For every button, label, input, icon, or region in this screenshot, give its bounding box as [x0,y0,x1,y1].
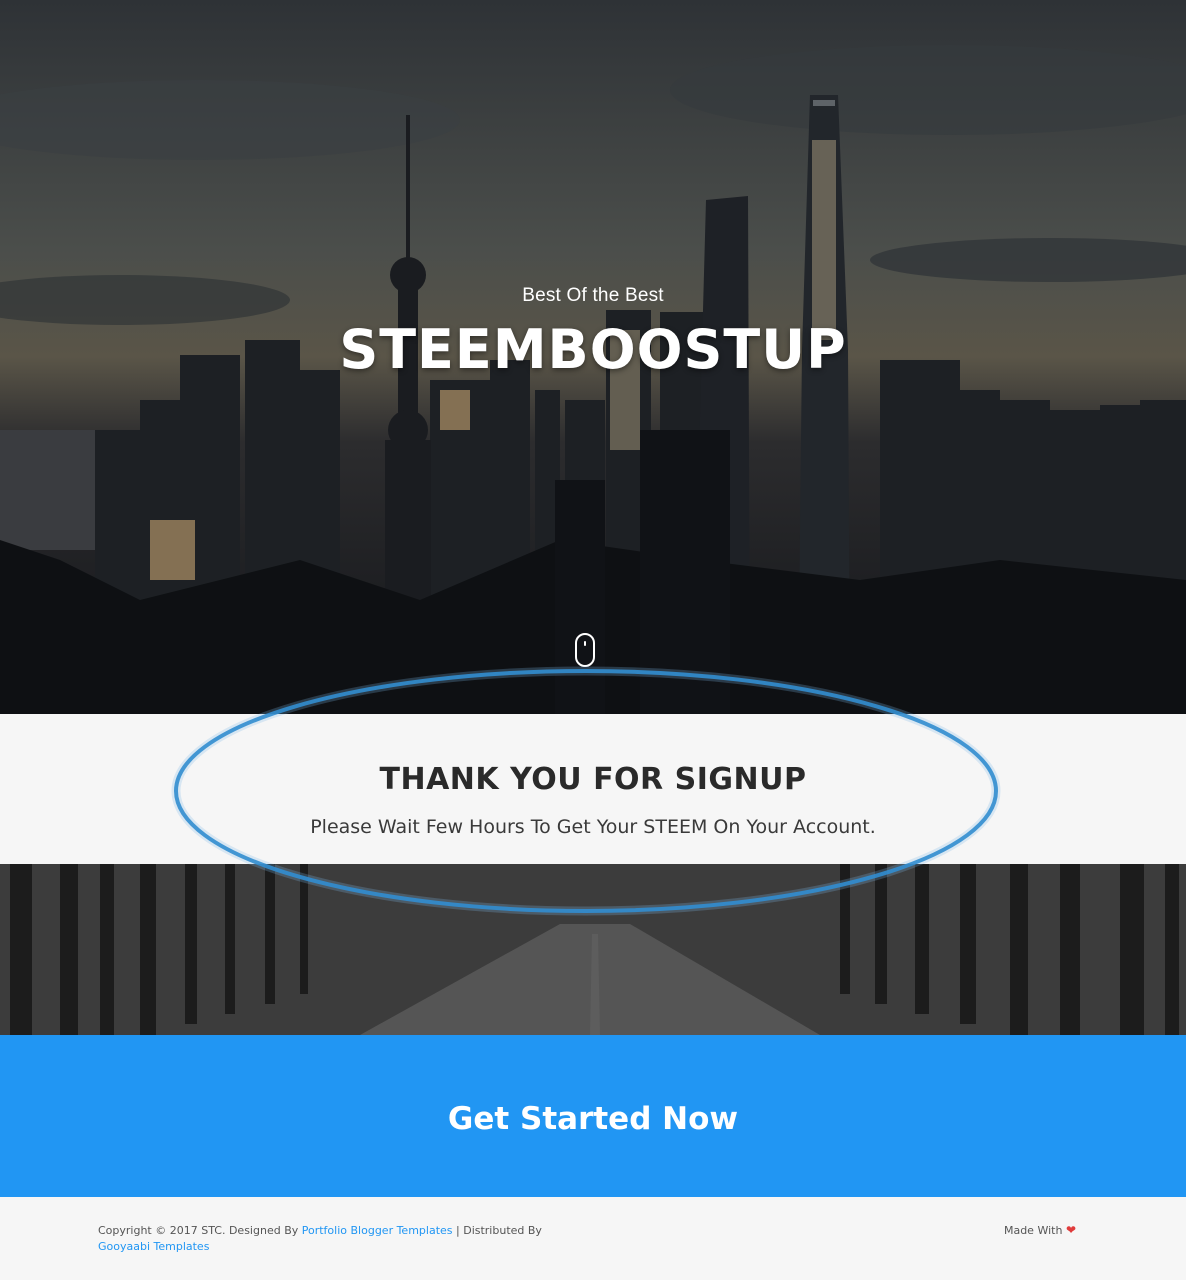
mouse-scroll-icon[interactable] [575,633,595,667]
forest-road-image [0,864,1186,1035]
distributor-link[interactable]: Gooyaabi Templates [98,1240,209,1253]
thanks-message: Please Wait Few Hours To Get Your STEEM … [310,816,876,838]
made-with-text: Made With [1003,1224,1063,1237]
get-started-button[interactable]: Get Started Now [0,1101,1186,1137]
hero-section: Best Of the Best STEEMBOOSTUP [0,0,1186,714]
footer: Copyright © 2017 STC. Designed By Portfo… [0,1197,1186,1280]
hero-tagline: Best Of the Best [522,285,664,306]
designer-link[interactable]: Portfolio Blogger Templates [302,1224,453,1237]
forest-background [0,864,1186,1035]
thanks-title: THANK YOU FOR SIGNUP [379,762,807,797]
hero-title: STEEMBOOSTUP [339,318,847,381]
heart-icon: ❤ [1065,1223,1076,1237]
cta-section: Get Started Now [0,1035,1186,1197]
footer-copyright: Copyright © 2017 STC. Designed By Portfo… [98,1223,558,1255]
copyright-text: Copyright © 2017 STC. Designed By [98,1224,299,1237]
mouse-wheel [584,641,586,646]
thanks-section: THANK YOU FOR SIGNUP Please Wait Few Hou… [0,714,1186,864]
made-with: Made With ❤ [1004,1223,1076,1237]
distributed-text: | Distributed By [456,1224,542,1237]
